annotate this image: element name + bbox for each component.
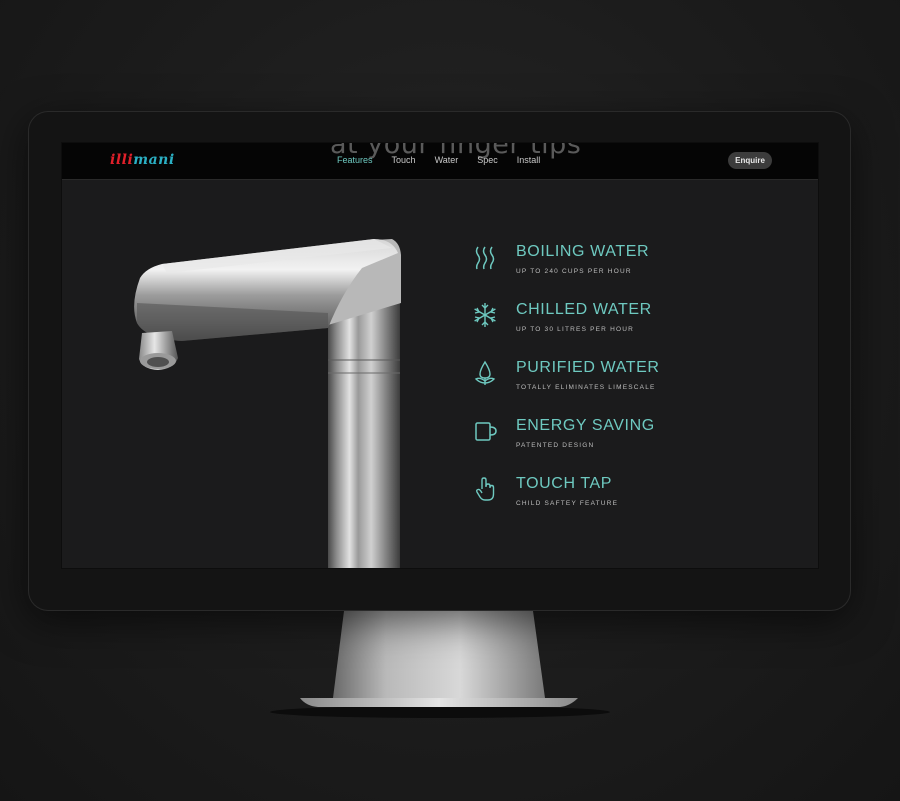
nav-link-touch[interactable]: Touch [392, 155, 416, 165]
monitor-screen: at your finger tips illimani Features To… [62, 143, 818, 568]
nav-link-install[interactable]: Install [517, 155, 541, 165]
snowflake-icon [474, 303, 496, 327]
nav-links: Features Touch Water Spec Install [337, 155, 559, 165]
feature-subtitle: UP TO 240 CUPS PER HOUR [516, 268, 632, 275]
touch-hand-icon [475, 477, 495, 501]
feature-title: CHILLED WATER [516, 301, 652, 318]
water-drop-icon [474, 360, 496, 385]
nav-link-features[interactable]: Features [337, 155, 373, 165]
mug-icon [475, 422, 497, 441]
top-nav: at your finger tips illimani Features To… [62, 143, 818, 180]
feature-subtitle: CHILD SAFTEY FEATURE [516, 500, 619, 507]
scene: at your finger tips illimani Features To… [0, 0, 900, 801]
feature-boiling-water: BOILING WATER UP TO 240 CUPS PER HOUR [472, 243, 772, 283]
enquire-button[interactable]: Enquire [728, 152, 772, 169]
logo[interactable]: illimani [110, 152, 175, 168]
feature-title: PURIFIED WATER [516, 359, 660, 376]
feature-purified-water: PURIFIED WATER TOTALLY ELIMINATES LIMESC… [472, 359, 772, 399]
feature-energy-saving: ENERGY SAVING PATENTED DESIGN [472, 417, 772, 457]
feature-touch-tap: TOUCH TAP CHILD SAFTEY FEATURE [472, 475, 772, 515]
nav-link-water[interactable]: Water [435, 155, 459, 165]
feature-chilled-water: CHILLED WATER UP TO 30 LITRES PER HOUR [472, 301, 772, 341]
feature-subtitle: TOTALLY ELIMINATES LIMESCALE [516, 384, 656, 391]
logo-part2: mani [133, 152, 175, 168]
feature-title: TOUCH TAP [516, 475, 613, 492]
feature-title: BOILING WATER [516, 243, 650, 260]
steam-icon [475, 246, 495, 270]
feature-subtitle: UP TO 30 LITRES PER HOUR [516, 326, 635, 333]
nav-link-spec[interactable]: Spec [477, 155, 498, 165]
feature-title: ENERGY SAVING [516, 417, 655, 434]
feature-subtitle: PATENTED DESIGN [516, 442, 595, 449]
logo-part1: illi [110, 152, 134, 168]
